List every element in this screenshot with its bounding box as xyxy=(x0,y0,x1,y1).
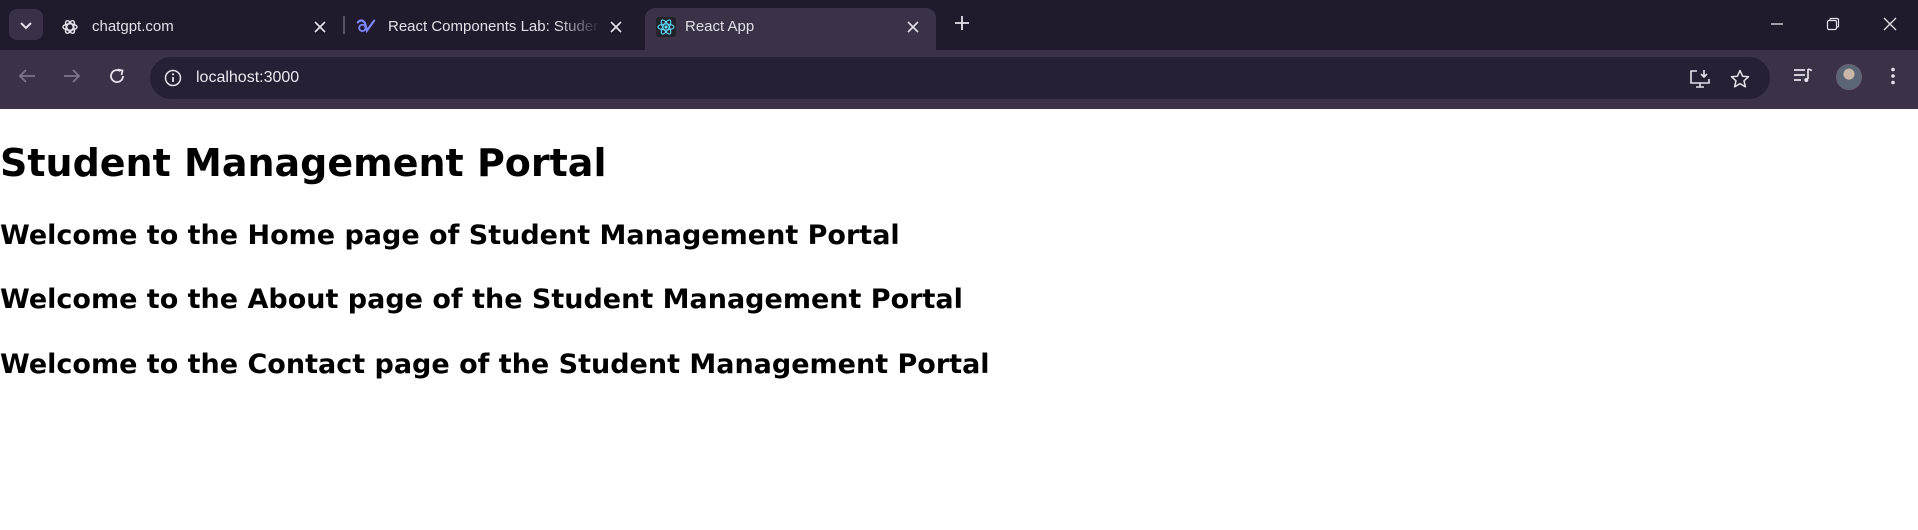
restore-button[interactable] xyxy=(1821,13,1845,37)
more-vertical-icon xyxy=(1890,67,1896,89)
lab-icon xyxy=(356,17,376,37)
arrow-left-icon xyxy=(18,68,36,88)
plus-icon xyxy=(954,15,970,35)
browser-menu-button[interactable] xyxy=(1878,63,1908,93)
contact-heading: Welcome to the Contact page of the Stude… xyxy=(0,349,990,380)
reload-button[interactable] xyxy=(102,63,132,93)
url-text: localhost:3000 xyxy=(196,69,300,86)
tab-separator xyxy=(343,16,345,34)
tab-title: React Components Lab: Student xyxy=(388,18,600,35)
install-app-icon[interactable] xyxy=(1688,67,1712,91)
tab-react-app[interactable]: React App xyxy=(645,8,936,50)
arrow-right-icon xyxy=(63,68,81,88)
close-icon[interactable] xyxy=(903,17,923,37)
close-window-button[interactable] xyxy=(1878,13,1902,37)
browser-toolbar: localhost:3000 xyxy=(0,50,1918,109)
openai-icon xyxy=(60,17,80,37)
react-icon xyxy=(656,17,676,37)
close-icon[interactable] xyxy=(606,17,626,37)
minimize-button[interactable] xyxy=(1765,13,1789,37)
home-heading: Welcome to the Home page of Student Mana… xyxy=(0,220,900,251)
close-icon xyxy=(1883,16,1897,35)
tab-react-components-lab[interactable]: React Components Lab: Student xyxy=(356,8,634,50)
site-info-icon[interactable] xyxy=(162,67,184,89)
tab-chatgpt[interactable]: chatgpt.com xyxy=(60,8,332,50)
address-bar[interactable]: localhost:3000 xyxy=(150,57,1770,99)
chevron-down-icon xyxy=(20,15,32,34)
tab-search-button[interactable] xyxy=(9,9,43,40)
media-controls-button[interactable] xyxy=(1788,63,1818,93)
tab-strip: chatgpt.com React Components Lab: Studen… xyxy=(0,0,1918,50)
tab-title: chatgpt.com xyxy=(92,18,174,35)
bookmark-star-icon[interactable] xyxy=(1728,67,1752,91)
restore-icon xyxy=(1826,16,1840,35)
forward-button[interactable] xyxy=(57,63,87,93)
page-content: Student Management Portal Welcome to the… xyxy=(0,109,1918,530)
about-heading: Welcome to the About page of the Student… xyxy=(0,284,963,315)
tab-title: React App xyxy=(685,18,755,35)
minimize-icon xyxy=(1770,16,1784,35)
page-title: Student Management Portal xyxy=(0,141,607,185)
profile-avatar[interactable] xyxy=(1836,64,1862,90)
close-icon[interactable] xyxy=(310,17,330,37)
new-tab-button[interactable] xyxy=(951,14,973,36)
reload-icon xyxy=(108,67,126,89)
back-button[interactable] xyxy=(12,63,42,93)
playlist-icon xyxy=(1793,67,1813,89)
